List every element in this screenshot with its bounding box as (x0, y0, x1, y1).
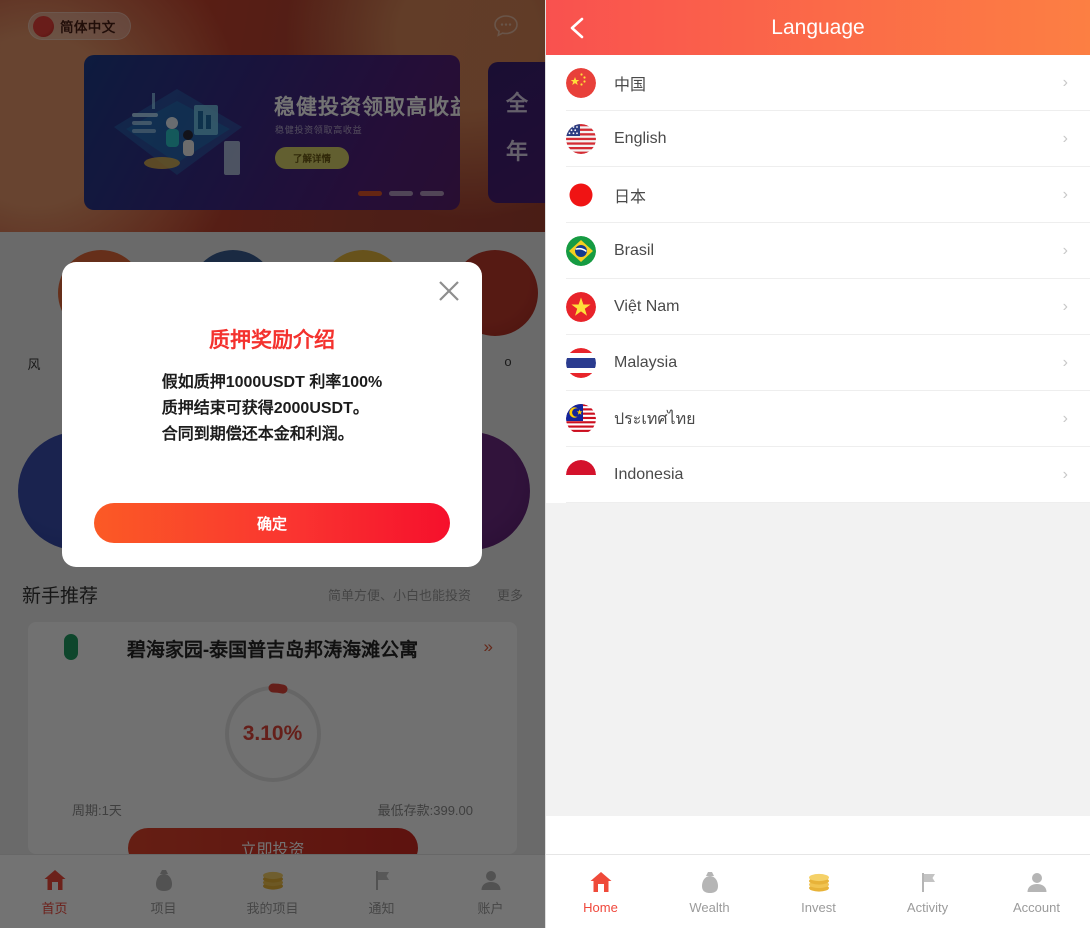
japan-flag-icon (566, 180, 596, 210)
page-title: Language (771, 15, 865, 39)
usa-flag-icon (566, 124, 596, 154)
tab-activity-en[interactable]: Activity (873, 869, 982, 915)
language-row-brazil[interactable]: Brasil › (546, 223, 1090, 279)
tab-label: Invest (801, 899, 836, 915)
vietnam-flag-icon (566, 292, 596, 322)
language-row-thailand[interactable]: ประเทศไทย › (546, 391, 1090, 447)
coins-icon (808, 873, 829, 892)
language-name: English (614, 130, 667, 147)
close-icon[interactable] (436, 278, 462, 304)
chevron-right-icon: › (1062, 186, 1068, 203)
flag-icon (921, 872, 935, 892)
brazil-flag-icon (566, 236, 596, 266)
thailand-flag-icon (566, 348, 596, 378)
app-screen: 简体中文 (0, 0, 1090, 928)
language-row-english[interactable]: English › (546, 111, 1090, 167)
tab-label: Account (1013, 899, 1060, 915)
modal-confirm-button[interactable]: 确定 (94, 503, 450, 543)
language-name: Việt Nam (614, 298, 680, 315)
chevron-left-icon[interactable] (564, 14, 592, 42)
language-name: 日本 (614, 189, 647, 206)
language-page-header: Language (546, 0, 1090, 55)
list-empty-space (546, 503, 1090, 816)
chevron-right-icon: › (1062, 410, 1068, 427)
tab-label: Wealth (689, 899, 730, 915)
language-name: Indonesia (614, 466, 684, 483)
chevron-right-icon: › (1062, 130, 1068, 147)
language-row-malaysia[interactable]: Malaysia › (546, 335, 1090, 391)
stake-reward-modal: 质押奖励介绍 假如质押1000USDT 利率100% 质押结束可获得2000US… (62, 262, 482, 567)
money-bag-icon (701, 871, 718, 893)
indonesia-flag-icon (566, 460, 596, 490)
tab-wealth-en[interactable]: Wealth (655, 869, 764, 915)
left-panel-home: 简体中文 (0, 0, 545, 928)
modal-line-1: 假如质押1000USDT 利率100% (161, 374, 383, 391)
chevron-right-icon: › (1062, 354, 1068, 371)
tab-label: Home (583, 899, 618, 915)
person-icon (1027, 872, 1046, 892)
language-name: ประเทศไทย (614, 410, 696, 428)
modal-title: 质押奖励介绍 (209, 329, 335, 352)
right-panel-language: Language 中国 › English › 日本 › Brasil › Vi… (545, 0, 1090, 928)
home-icon (590, 871, 611, 892)
tab-account-en[interactable]: Account (982, 869, 1090, 915)
malaysia-flag-icon (566, 404, 596, 434)
language-list: 中国 › English › 日本 › Brasil › Việt Nam › … (546, 55, 1090, 503)
modal-body: 假如质押1000USDT 利率100% 质押结束可获得2000USDT。 合同到… (162, 370, 383, 448)
chevron-right-icon: › (1062, 242, 1068, 259)
language-name: Malaysia (614, 354, 678, 371)
modal-line-2: 质押结束可获得2000USDT。 (161, 399, 369, 417)
china-flag-icon (566, 68, 596, 98)
tab-label: Activity (906, 899, 949, 915)
language-row-indonesia[interactable]: Indonesia › (546, 447, 1090, 503)
tab-home-en[interactable]: Home (546, 869, 655, 915)
language-row-china[interactable]: 中国 › (546, 55, 1090, 111)
language-row-vietnam[interactable]: Việt Nam › (546, 279, 1090, 335)
chevron-right-icon: › (1062, 298, 1068, 315)
modal-line-3: 合同到期偿还本金和利润。 (161, 425, 354, 443)
chevron-right-icon: › (1062, 466, 1068, 483)
right-tabbar: Home Wealth Invest Activity Account (546, 854, 1090, 928)
language-name: Brasil (614, 242, 655, 259)
language-row-japan[interactable]: 日本 › (546, 167, 1090, 223)
language-name: 中国 (614, 77, 647, 94)
chevron-right-icon: › (1062, 74, 1068, 91)
tab-invest-en[interactable]: Invest (764, 869, 873, 915)
